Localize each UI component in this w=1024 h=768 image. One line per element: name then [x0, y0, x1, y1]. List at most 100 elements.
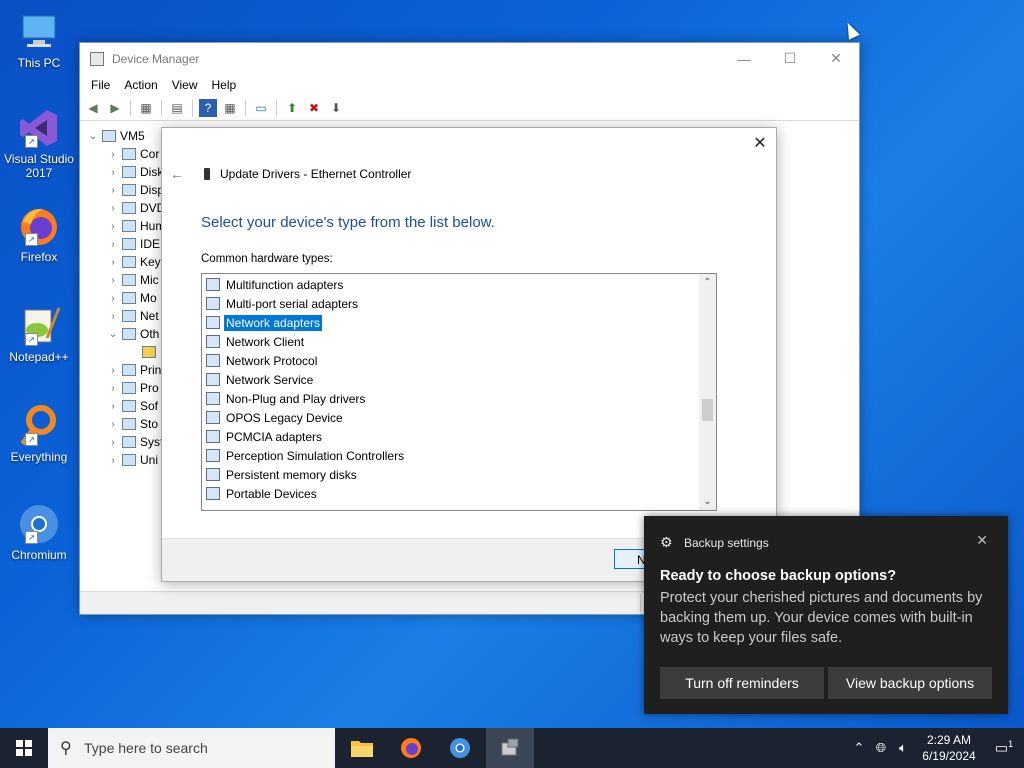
- properties-icon[interactable]: ▤: [168, 99, 186, 117]
- chevron-right-icon[interactable]: ›: [106, 149, 120, 160]
- list-item[interactable]: OPOS Legacy Device: [206, 408, 345, 427]
- device-category-icon: [122, 454, 136, 466]
- chevron-right-icon[interactable]: ›: [106, 401, 120, 412]
- tree-item[interactable]: › Mo: [106, 289, 156, 307]
- desktop-icon-notepadpp[interactable]: ↗ Notepad++: [4, 304, 74, 364]
- minimize-button[interactable]: —: [721, 43, 767, 74]
- chevron-right-icon[interactable]: ›: [106, 311, 120, 322]
- list-item[interactable]: PCMCIA adapters: [206, 427, 324, 446]
- taskbar-chromium[interactable]: [436, 728, 484, 768]
- chevron-right-icon[interactable]: ›: [106, 419, 120, 430]
- tree-item[interactable]: › Key: [106, 253, 160, 271]
- device-category-icon: [122, 310, 136, 322]
- tree-subitem-ethernet-controller[interactable]: [140, 343, 160, 361]
- chevron-right-icon[interactable]: ›: [106, 365, 120, 376]
- help-icon[interactable]: ?: [199, 99, 217, 117]
- view-backup-options-button[interactable]: View backup options: [828, 667, 992, 699]
- chevron-right-icon[interactable]: ›: [106, 203, 120, 214]
- menu-file[interactable]: File: [84, 78, 117, 92]
- download-icon[interactable]: ⬇: [327, 99, 345, 117]
- menu-action[interactable]: Action: [117, 78, 164, 92]
- forward-arrow-icon[interactable]: ▶: [106, 99, 124, 117]
- desktop-icon-everything[interactable]: ↗ Everything: [4, 404, 74, 464]
- desktop-icon-label: Everything: [10, 450, 68, 464]
- chevron-right-icon[interactable]: ›: [106, 221, 120, 232]
- list-item[interactable]: Persistent memory disks: [206, 465, 359, 484]
- tree-item[interactable]: › DVD: [106, 199, 165, 217]
- taskbar-search-box[interactable]: ⚲ Type here to search: [48, 728, 335, 768]
- chevron-right-icon[interactable]: ›: [106, 293, 120, 304]
- chevron-right-icon[interactable]: ›: [106, 167, 120, 178]
- list-item[interactable]: Network Protocol: [206, 351, 319, 370]
- toast-close-button[interactable]: ✕: [976, 532, 988, 549]
- taskbar-device-manager[interactable]: [486, 728, 534, 768]
- list-item-label: Persistent memory disks: [226, 467, 357, 482]
- scroll-down-icon[interactable]: ⌄: [699, 493, 716, 510]
- menu-help[interactable]: Help: [205, 78, 244, 92]
- chevron-down-icon[interactable]: ⌄: [106, 329, 120, 340]
- tree-item[interactable]: › Hum: [106, 217, 165, 235]
- list-scrollbar[interactable]: ⌃ ⌄: [699, 274, 716, 510]
- list-item[interactable]: Multi-port serial adapters: [206, 294, 360, 313]
- chevron-up-icon[interactable]: ⌃: [848, 740, 870, 756]
- desktop-icon-chromium[interactable]: ↗ Chromium: [4, 502, 74, 562]
- desktop-icon-this-pc[interactable]: This PC: [4, 10, 74, 70]
- view-icon[interactable]: ▦: [221, 99, 239, 117]
- back-arrow-icon[interactable]: ◀: [84, 99, 102, 117]
- chevron-right-icon[interactable]: ›: [106, 257, 120, 268]
- list-item-label: OPOS Legacy Device: [226, 410, 343, 425]
- clock[interactable]: 2:29 AM 6/19/2024: [914, 732, 984, 764]
- chevron-right-icon[interactable]: ›: [106, 239, 120, 250]
- scroll-up-icon[interactable]: ⌃: [699, 274, 716, 291]
- chevron-right-icon[interactable]: ›: [106, 437, 120, 448]
- back-arrow-icon[interactable]: ←: [170, 166, 190, 182]
- tree-item[interactable]: › Sto: [106, 415, 158, 433]
- desktop-icon-firefox[interactable]: ↗ Firefox: [4, 204, 74, 264]
- hardware-types-list[interactable]: Multifunction adapters Multi-port serial …: [201, 273, 717, 511]
- volume-muted-icon[interactable]: 🔈︎: [892, 740, 914, 756]
- action-center-button[interactable]: ▭1: [984, 739, 1024, 757]
- tree-item-label: IDE: [140, 237, 161, 251]
- list-item[interactable]: Network adapters: [206, 313, 323, 332]
- tree-item[interactable]: › Uni: [106, 451, 158, 469]
- list-item[interactable]: Non-Plug and Play drivers: [206, 389, 367, 408]
- tree-item[interactable]: ⌄ Oth: [106, 325, 160, 343]
- title-bar[interactable]: Device Manager — ☐ ✕: [80, 43, 859, 74]
- chevron-right-icon[interactable]: ›: [106, 455, 120, 466]
- list-item[interactable]: Network Client: [206, 332, 306, 351]
- tree-root[interactable]: ⌄ VM5: [86, 127, 145, 145]
- tree-item[interactable]: › Mic: [106, 271, 158, 289]
- list-item[interactable]: Multifunction adapters: [206, 275, 345, 294]
- maximize-button[interactable]: ☐: [767, 43, 813, 74]
- uninstall-icon[interactable]: ✖: [305, 99, 323, 117]
- turn-off-reminders-button[interactable]: Turn off reminders: [660, 667, 824, 699]
- tree-item[interactable]: › Pro: [106, 379, 158, 397]
- taskbar-file-explorer[interactable]: [338, 728, 386, 768]
- taskbar-firefox[interactable]: [387, 728, 435, 768]
- warning-device-icon: [142, 346, 156, 358]
- chevron-right-icon[interactable]: ›: [106, 275, 120, 286]
- tree-item[interactable]: › Cor: [106, 145, 159, 163]
- network-globe-icon[interactable]: 🌐︎: [870, 740, 892, 756]
- update-driver-icon[interactable]: ⬆: [283, 99, 301, 117]
- tree-item[interactable]: › Disp: [106, 181, 164, 199]
- tree-item[interactable]: › Sof: [106, 397, 158, 415]
- menu-view[interactable]: View: [165, 78, 205, 92]
- properties-view-icon[interactable]: ▦: [137, 99, 155, 117]
- tree-item[interactable]: › Disk: [106, 163, 163, 181]
- desktop-icon-visual-studio[interactable]: ↗ Visual Studio 2017: [4, 106, 74, 180]
- list-item[interactable]: Portable Devices: [206, 484, 319, 503]
- scan-hardware-icon[interactable]: ▭: [252, 99, 270, 117]
- scroll-thumb[interactable]: [702, 399, 713, 421]
- tree-item[interactable]: › Prin: [106, 361, 161, 379]
- tree-item[interactable]: › IDE: [106, 235, 160, 253]
- chevron-right-icon[interactable]: ›: [106, 185, 120, 196]
- start-button[interactable]: [0, 728, 48, 768]
- list-item[interactable]: Network Service: [206, 370, 315, 389]
- close-button[interactable]: ✕: [813, 43, 859, 74]
- tree-item[interactable]: › Net: [106, 307, 158, 325]
- chevron-right-icon[interactable]: ›: [106, 383, 120, 394]
- list-item[interactable]: Perception Simulation Controllers: [206, 446, 406, 465]
- tree-item[interactable]: › Syst: [106, 433, 163, 451]
- dialog-close-button[interactable]: ✕: [750, 134, 770, 154]
